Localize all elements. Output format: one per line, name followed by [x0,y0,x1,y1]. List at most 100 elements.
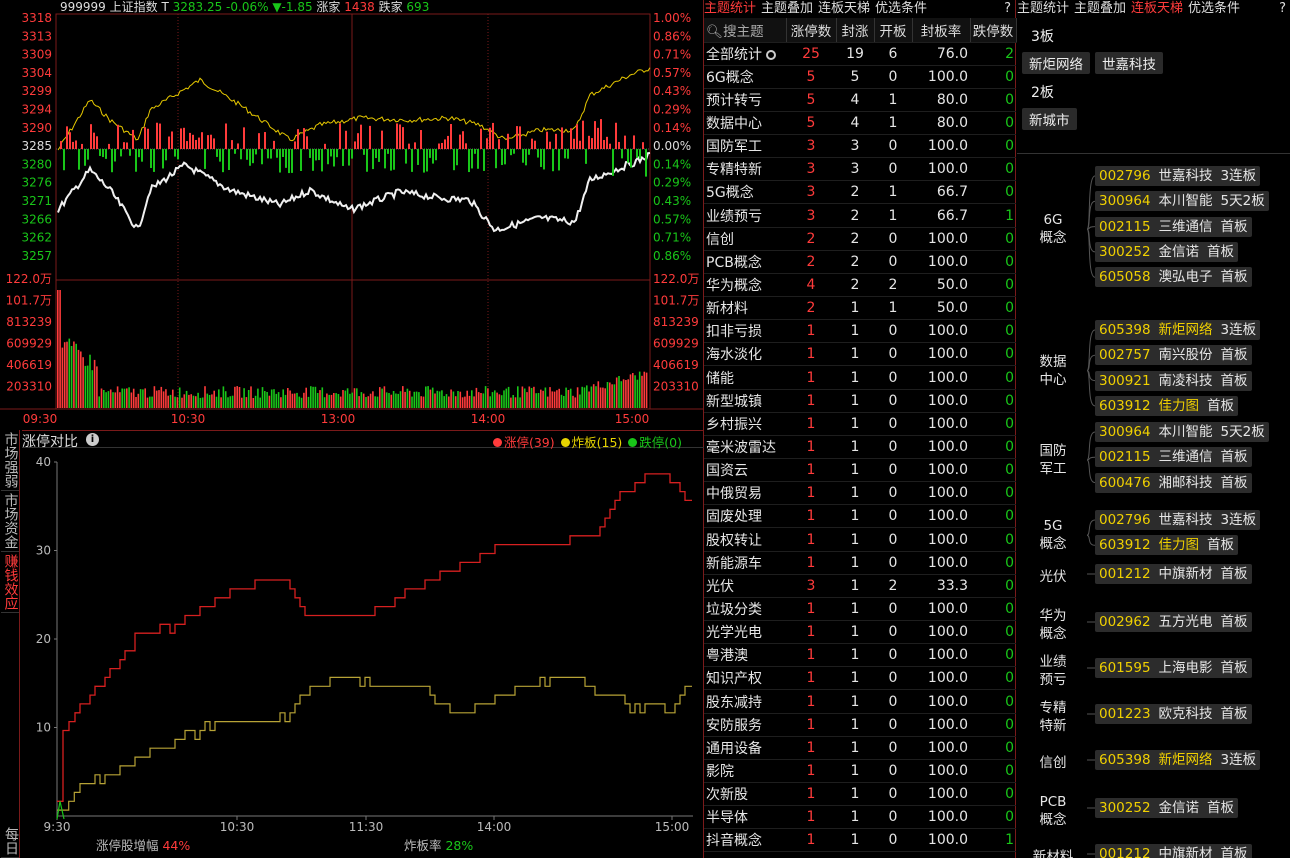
theme-tab-3[interactable]: 优选条件 [875,1,927,16]
theme-row[interactable]: 光学光电 1 1 0 100.0 0 [704,620,1016,645]
theme-row[interactable]: 通用设备 1 1 0 100.0 0 [704,736,1016,760]
theme-stock[interactable]: 300921 南凌科技 首板 [1095,370,1252,391]
theme-stock[interactable]: 001212 中旗新材 首板 [1095,844,1252,858]
theme-tab-0[interactable]: 主题统计 [704,1,756,16]
breadth-bar-down [510,149,512,156]
breadth-bar-up [600,119,602,149]
ladder-tab-3[interactable]: 优选条件 [1188,1,1240,16]
theme-row[interactable]: 新能源车 1 1 0 100.0 0 [704,551,1016,575]
theme-stock[interactable]: 002796 世嘉科技 3连板 [1095,510,1261,530]
theme-name: 乡村振兴 [704,412,786,436]
column-header[interactable]: 跌停数 [970,18,1017,43]
volume-bar [390,394,393,408]
theme-stock[interactable]: 001212 中旗新材 首板 [1095,564,1252,584]
theme-stock[interactable]: 605398 新炬网络 3连板 [1095,320,1261,340]
theme-cell: 66.7 [912,203,970,228]
theme-stock[interactable]: 600476 湘邮科技 首板 [1095,472,1252,493]
theme-row[interactable]: 业绩预亏 3 2 1 66.7 1 [704,203,1016,228]
theme-row[interactable]: 毫米波雷达 1 1 0 100.0 0 [704,435,1016,460]
breadth-bar-down [471,149,473,169]
theme-stock[interactable]: 605398 新炬网络 3连板 [1095,750,1261,770]
theme-stock[interactable]: 300964 本川智能 5天2板 [1095,191,1269,212]
theme-row[interactable]: 储能 1 1 0 100.0 0 [704,365,1016,390]
stock-status: 首板 [1207,537,1235,554]
theme-row[interactable]: 半导体 1 1 0 100.0 0 [704,805,1016,830]
theme-row[interactable]: PCB概念 2 2 0 100.0 0 [704,250,1016,274]
theme-stock[interactable]: 002757 南兴股份 首板 [1095,345,1252,366]
theme-stock[interactable]: 605058 澳弘电子 首板 [1095,267,1252,288]
theme-search[interactable]: 🔍︎搜主题 [704,18,787,43]
volume-bar [569,388,572,408]
index-chart[interactable]: 999999 上证指数 T 3283.25 -0.06% ▼-1.85 涨家 1… [0,0,704,430]
theme-row[interactable]: 固废处理 1 1 0 100.0 0 [704,504,1016,529]
column-header[interactable]: 封板率 [912,18,971,43]
theme-row[interactable]: 影院 1 1 0 100.0 0 [704,759,1016,784]
theme-row[interactable]: 华为概念 4 2 2 50.0 0 [704,273,1016,298]
theme-tab-2[interactable]: 连板天梯 [818,1,870,16]
theme-stock[interactable]: 603912 佳力图 首板 [1095,395,1239,416]
theme-stock[interactable]: 002115 三维通信 首板 [1095,447,1252,468]
theme-row[interactable]: 国防军工 3 3 0 100.0 0 [704,134,1016,159]
breadth-bar-down [87,149,89,160]
volume-bar [519,397,521,408]
volume-bar [411,396,413,408]
theme-row[interactable]: 乡村振兴 1 1 0 100.0 0 [704,412,1016,436]
theme-row[interactable]: 专精特新 3 3 0 100.0 0 [704,157,1016,182]
theme-row[interactable]: 6G概念 5 5 0 100.0 0 [704,65,1016,89]
theme-stock[interactable]: 001223 欧克科技 首板 [1095,704,1252,724]
breadth-bar-up [60,141,62,149]
x-tick-label: 11:30 [349,820,384,834]
theme-row[interactable]: 抖音概念 1 1 0 100.0 1 [704,828,1016,853]
theme-row[interactable]: 股权转让 1 1 0 100.0 0 [704,527,1016,552]
ladder-stock-chip[interactable]: 世嘉科技 [1095,52,1163,74]
info-icon[interactable]: i [86,433,99,446]
theme-row[interactable]: 股东减持 1 1 0 100.0 0 [704,689,1016,714]
theme-tab-1[interactable]: 主题叠加 [761,1,813,16]
theme-row[interactable]: 新型城镇 1 1 0 100.0 0 [704,389,1016,413]
theme-row[interactable]: 国资云 1 1 0 100.0 0 [704,458,1016,483]
ladder-stock-chip[interactable]: 新炬网络 [1022,52,1090,74]
theme-row[interactable]: 光伏 3 1 2 33.3 0 [704,574,1016,598]
refresh-icon[interactable] [766,49,776,60]
theme-row[interactable]: 新材料 2 1 1 50.0 0 [704,296,1016,321]
theme-cell: 0 [970,713,1016,737]
ladder-summary: 3板 新炬网络 世嘉科技 2板 新城市 [1017,26,1290,154]
column-header[interactable]: 开板 [874,18,913,43]
theme-stock[interactable]: 601595 上海电影 首板 [1095,658,1252,678]
theme-row[interactable]: 扣非亏损 1 1 0 100.0 0 [704,319,1016,344]
theme-row[interactable]: 安防服务 1 1 0 100.0 0 [704,713,1016,737]
theme-stock[interactable]: 300252 金信诺 首板 [1095,798,1239,818]
theme-stock[interactable]: 002796 世嘉科技 3连板 [1095,166,1261,186]
theme-cell: 2 [836,180,874,205]
column-header[interactable]: 封涨 [836,18,875,43]
theme-row[interactable]: 中俄贸易 1 1 0 100.0 0 [704,481,1016,506]
theme-cell: 2 [836,203,874,228]
theme-stock[interactable]: 002962 五方光电 首板 [1095,612,1252,632]
ladder-tab-1[interactable]: 主题叠加 [1074,1,1126,16]
theme-row[interactable]: 5G概念 3 2 1 66.7 0 [704,180,1016,205]
theme-row[interactable]: 海水淡化 1 1 0 100.0 0 [704,342,1016,367]
theme-row[interactable]: 信创 2 2 0 100.0 0 [704,227,1016,251]
theme-row[interactable]: 数据中心 5 4 1 80.0 0 [704,111,1016,136]
ladder-stock-chip[interactable]: 新城市 [1022,108,1077,130]
limit-compare-chart[interactable]: 40 30 20 10 9:30 10:30 11:30 14:00 15:00 涨停股增幅 44… [0,448,704,858]
theme-row[interactable]: 次新股 1 1 0 100.0 0 [704,782,1016,807]
ladder-tab-2[interactable]: 连板天梯 [1131,1,1183,16]
column-header[interactable]: 涨停数 [786,18,837,43]
ladder-tab-0[interactable]: 主题统计 [1017,1,1069,16]
theme-stock[interactable]: 300252 金信诺 首板 [1095,241,1239,262]
theme-stock[interactable]: 002115 三维通信 首板 [1095,216,1252,237]
volume-bar [544,387,547,408]
theme-row[interactable]: 预计转亏 5 4 1 80.0 0 [704,88,1016,112]
breadth-bar-down [78,149,80,170]
theme-stock[interactable]: 603912 佳力图 首板 [1095,535,1239,556]
theme-row[interactable]: 全部统计 25 19 6 76.0 2 [704,42,1016,66]
theme-row[interactable]: 知识产权 1 1 0 100.0 0 [704,666,1016,691]
help-icon[interactable]: ? [1004,0,1011,18]
breadth-bar-down [120,149,122,157]
help-icon[interactable]: ? [1279,0,1286,18]
theme-name: 影院 [704,759,786,784]
theme-row[interactable]: 粤港澳 1 1 0 100.0 0 [704,643,1016,668]
theme-row[interactable]: 垃圾分类 1 1 0 100.0 0 [704,597,1016,622]
theme-stock[interactable]: 300964 本川智能 5天2板 [1095,422,1269,442]
